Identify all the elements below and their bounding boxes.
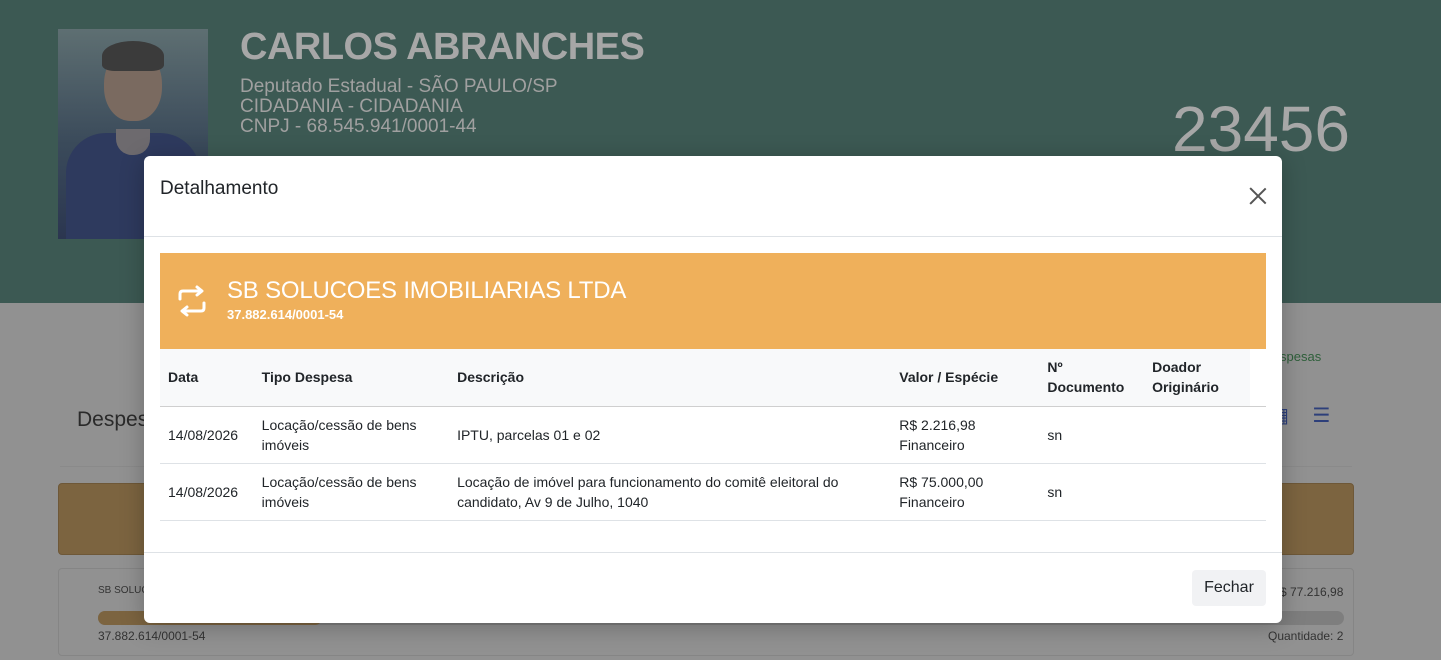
cell-tipo-line2: imóveis <box>261 436 310 453</box>
header-descricao[interactable]: Descrição <box>449 349 892 407</box>
header-data[interactable]: Data <box>160 349 254 407</box>
modal-header: Detalhamento <box>144 156 1282 237</box>
modal-title: Detalhamento <box>160 178 279 199</box>
header-tipo-despesa[interactable]: Tipo Despesa <box>253 349 450 407</box>
modal-footer: Fechar <box>144 552 1282 623</box>
header-documento-line1: Nº <box>1047 359 1063 376</box>
cell-valor: R$ 2.216,98 Financeiro <box>891 406 1040 464</box>
table-header-row: Data Tipo Despesa Descrição Valor / Espé… <box>160 349 1266 407</box>
candidate-cnpj: CNPJ - 68.545.941/0001-44 <box>240 116 477 137</box>
vendor-card-name: SB SOLUC <box>98 585 149 596</box>
fechar-button[interactable]: Fechar <box>1192 570 1266 606</box>
vendor-banner: SB SOLUCOES IMOBILIARIAS LTDA 37.882.614… <box>160 253 1266 349</box>
vendor-card-cnpj: 37.882.614/0001-54 <box>98 629 206 643</box>
header-documento[interactable]: Nº Documento <box>1039 349 1145 407</box>
cell-data: 14/08/2026 <box>160 406 254 464</box>
vendor-card-total: $ 77.216,98 <box>1280 585 1344 599</box>
vendor-name: SB SOLUCOES IMOBILIARIAS LTDA <box>227 277 627 304</box>
cell-tipo: Locação/cessão de bens imóveis <box>253 463 450 521</box>
cell-descricao-line2: candidato, Av 9 de Julho, 1040 <box>457 493 649 510</box>
candidate-name: CARLOS ABRANCHES <box>240 26 645 68</box>
detail-modal: Detalhamento SB SOLUCOES IMOBILIARIAS LT… <box>144 156 1282 623</box>
cell-spacer <box>1249 406 1266 464</box>
expenses-link[interactable]: spesas <box>1280 349 1321 364</box>
cell-data: 14/08/2026 <box>160 463 254 521</box>
candidate-number: 23456 <box>1172 93 1350 165</box>
cell-tipo-line1: Locação/cessão de bens <box>261 473 417 490</box>
table-row: 14/08/2026 Locação/cessão de bens imóveis… <box>160 406 1266 464</box>
cell-doador <box>1144 463 1250 521</box>
cell-especie: Financeiro <box>899 436 965 453</box>
cell-spacer <box>1249 463 1266 521</box>
cell-descricao-line1: Locação de imóvel para funcionamento do … <box>457 473 839 490</box>
vendor-cnpj: 37.882.614/0001-54 <box>227 307 344 322</box>
header-valor-especie[interactable]: Valor / Espécie <box>891 349 1040 407</box>
cell-tipo-line2: imóveis <box>261 493 310 510</box>
cell-descricao: Locação de imóvel para funcionamento do … <box>449 463 892 521</box>
candidate-role: Deputado Estadual - SÃO PAULO/SP <box>240 76 558 97</box>
header-doador-line2: Originário <box>1152 379 1219 396</box>
header-documento-line2: Documento <box>1047 379 1125 396</box>
header-doador[interactable]: Doador Originário <box>1144 349 1250 407</box>
close-icon[interactable] <box>1248 186 1268 206</box>
list-view-icon[interactable]: ☰ <box>1312 405 1330 427</box>
cell-descricao: IPTU, parcelas 01 e 02 <box>449 406 892 464</box>
cell-valor-amount: R$ 2.216,98 <box>899 416 976 433</box>
expense-detail-table: Data Tipo Despesa Descrição Valor / Espé… <box>160 349 1266 521</box>
cell-valor-amount: R$ 75.000,00 <box>899 473 984 490</box>
cell-valor: R$ 75.000,00 Financeiro <box>891 463 1040 521</box>
header-doador-line1: Doador <box>1152 359 1202 376</box>
cell-documento: sn <box>1039 406 1145 464</box>
repeat-icon <box>178 285 206 317</box>
cell-especie: Financeiro <box>899 493 965 510</box>
header-spacer <box>1249 349 1266 407</box>
cell-tipo: Locação/cessão de bens imóveis <box>253 406 450 464</box>
cell-tipo-line1: Locação/cessão de bens <box>261 416 417 433</box>
table-row: 14/08/2026 Locação/cessão de bens imóveis… <box>160 463 1266 521</box>
cell-doador <box>1144 406 1250 464</box>
candidate-party: CIDADANIA - CIDADANIA <box>240 96 463 117</box>
section-title: Despes <box>77 408 149 431</box>
vendor-card-quantity: Quantidade: 2 <box>1268 629 1344 643</box>
cell-documento: sn <box>1039 463 1145 521</box>
